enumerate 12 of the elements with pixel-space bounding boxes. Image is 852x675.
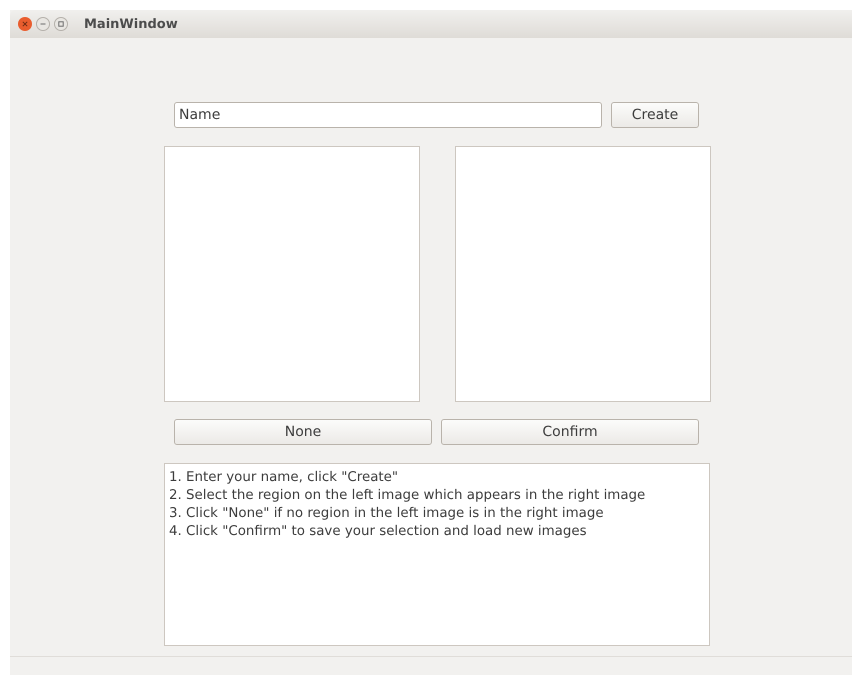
instruction-line: 2. Select the region on the left image which appears in the right image: [169, 487, 646, 505]
create-button[interactable]: Create: [611, 102, 699, 128]
maximize-icon[interactable]: [54, 17, 68, 31]
instruction-line: 1. Enter your name, click "Create": [169, 469, 398, 487]
name-field[interactable]: Name: [174, 102, 602, 128]
instruction-line: 3. Click "None" if no region in the left image is in the right image: [169, 505, 604, 523]
none-button[interactable]: None: [174, 419, 432, 445]
close-icon[interactable]: [18, 17, 32, 31]
window-title: MainWindow: [84, 16, 178, 32]
instruction-line: 4. Click "Confirm" to save your selection and load new images: [169, 523, 587, 541]
confirm-button[interactable]: Confirm: [441, 419, 699, 445]
minimize-icon[interactable]: [36, 17, 50, 31]
